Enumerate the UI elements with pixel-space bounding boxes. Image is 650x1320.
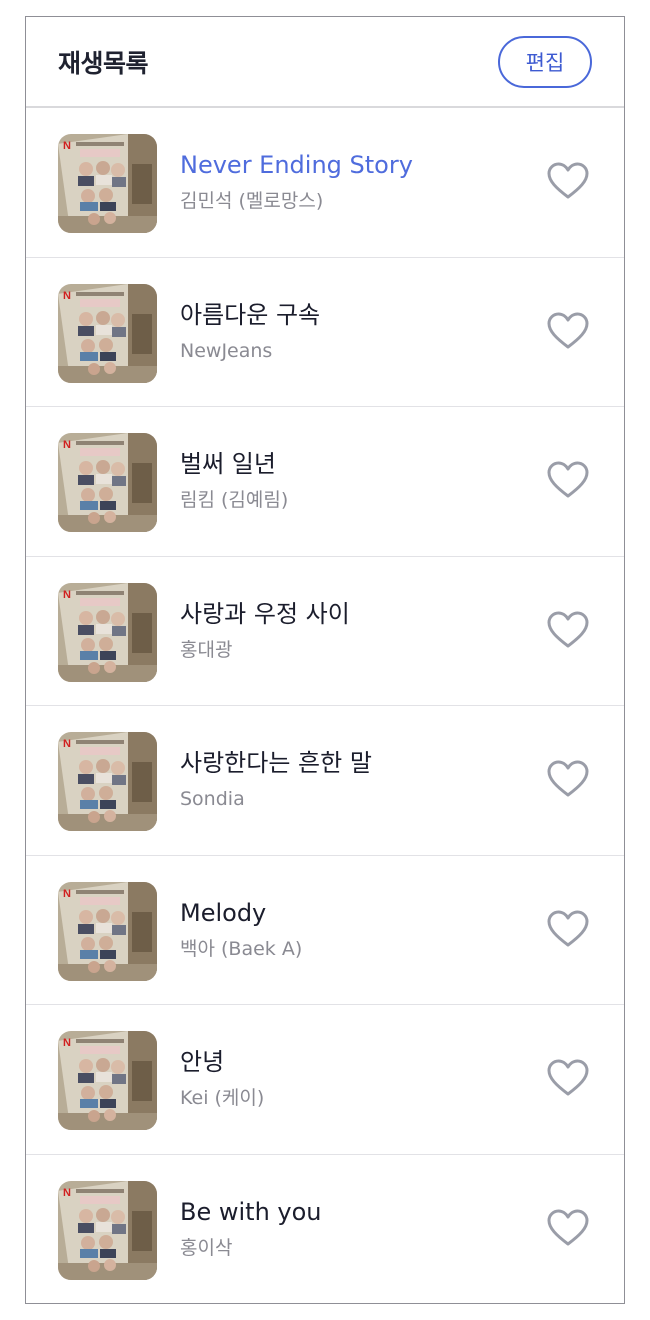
heart-icon[interactable]: [546, 1058, 590, 1098]
artist-name: Kei (케이): [180, 1087, 265, 1109]
playlist-panel: 재생목록 편집 N Never Ending Story 김민석 (멜로망스) …: [25, 16, 625, 1304]
song-info: Melody 백아 (Baek A): [180, 896, 534, 964]
heart-icon[interactable]: [546, 759, 590, 799]
album-art: N: [58, 1031, 157, 1130]
song-title: 사랑과 우정 사이: [180, 599, 350, 628]
svg-text:N: N: [63, 738, 71, 750]
song-list: N Never Ending Story 김민석 (멜로망스) N 아름다운 구…: [26, 108, 624, 1304]
album-art: N: [58, 582, 157, 682]
song-title: Melody: [180, 898, 267, 927]
artist-name: 홍대광: [180, 638, 233, 661]
song-title: Never Ending Story: [180, 151, 413, 179]
artist-name: 백아 (Baek A): [180, 937, 303, 960]
song-row[interactable]: N 사랑과 우정 사이 홍대광: [26, 557, 624, 706]
heart-icon[interactable]: [546, 909, 590, 949]
page-title: 재생목록: [58, 48, 149, 78]
svg-text:N: N: [63, 140, 71, 152]
song-info: Be with you 홍이삭: [180, 1195, 534, 1263]
svg-text:N: N: [63, 888, 71, 900]
song-title: 아름다운 구속: [180, 300, 321, 329]
song-info: 안녕 Kei (케이): [180, 1045, 534, 1113]
heart-icon[interactable]: [546, 610, 590, 650]
album-art: N: [58, 881, 157, 981]
song-info: 벌써 일년 림킴 (김예림): [180, 447, 534, 515]
heart-icon[interactable]: [546, 311, 590, 351]
heart-icon[interactable]: [546, 161, 590, 201]
song-info: Never Ending Story 김민석 (멜로망스): [180, 148, 534, 216]
album-art: N: [58, 732, 157, 831]
song-row[interactable]: N 아름다운 구속 NewJeans: [26, 258, 624, 407]
song-row[interactable]: N 벌써 일년 림킴 (김예림): [26, 407, 624, 557]
song-row[interactable]: N Melody 백아 (Baek A): [26, 856, 624, 1005]
playlist-header: 재생목록 편집: [26, 17, 624, 108]
svg-text:N: N: [63, 589, 71, 601]
artist-name: Sondia: [180, 788, 245, 810]
song-title: 사랑한다는 흔한 말: [180, 749, 372, 777]
svg-text:N: N: [63, 290, 71, 302]
album-art: N: [58, 283, 157, 383]
svg-text:N: N: [63, 1187, 71, 1199]
artist-name: NewJeans: [180, 339, 273, 362]
artist-name: 홍이삭: [180, 1236, 233, 1259]
heart-icon[interactable]: [546, 1208, 590, 1248]
song-title: Be with you: [180, 1197, 322, 1226]
song-row[interactable]: N Be with you 홍이삭: [26, 1155, 624, 1304]
album-art: N: [58, 134, 157, 233]
song-info: 사랑과 우정 사이 홍대광: [180, 597, 534, 665]
album-art: N: [58, 433, 157, 532]
album-art: N: [58, 1180, 157, 1280]
song-info: 아름다운 구속 NewJeans: [180, 298, 534, 366]
svg-text:N: N: [63, 1037, 71, 1049]
artist-name: 림킴 (김예림): [180, 489, 289, 511]
song-info: 사랑한다는 흔한 말 Sondia: [180, 746, 534, 814]
svg-text:N: N: [63, 439, 71, 451]
edit-button[interactable]: 편집: [498, 35, 592, 88]
artist-name: 김민석 (멜로망스): [180, 190, 324, 212]
song-title: 벌써 일년: [180, 450, 276, 478]
song-title: 안녕: [180, 1048, 225, 1076]
song-row[interactable]: N Never Ending Story 김민석 (멜로망스): [26, 108, 624, 258]
heart-icon[interactable]: [546, 460, 590, 500]
song-row[interactable]: N 안녕 Kei (케이): [26, 1005, 624, 1155]
song-row[interactable]: N 사랑한다는 흔한 말 Sondia: [26, 706, 624, 856]
